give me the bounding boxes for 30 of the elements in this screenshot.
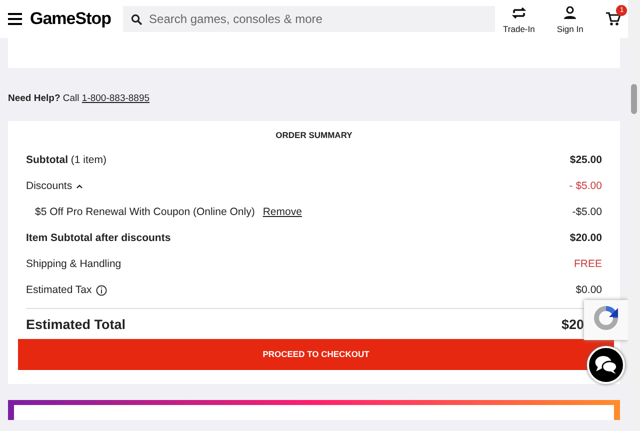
total-value: $20 <box>561 316 584 334</box>
scrollbar[interactable] <box>628 0 640 431</box>
remove-link[interactable]: Remove <box>262 204 302 221</box>
person-icon <box>562 4 578 21</box>
summary-value: FREE <box>574 256 602 272</box>
total-label: Estimated Total <box>26 316 126 334</box>
summary-label: Subtotal (1 item) <box>26 152 107 168</box>
summary-label: Item Subtotal after discounts <box>26 230 171 246</box>
summary-label: Discounts <box>26 178 72 194</box>
section-title: ORDER SUMMARY <box>274 129 354 142</box>
logo[interactable]: GameStop <box>30 6 112 32</box>
summary-label: Estimated Tax <box>26 282 92 298</box>
trade-in-button[interactable]: Trade-In <box>503 4 535 34</box>
help-text: Need Help? Call <box>8 93 80 104</box>
swap-arrows-icon <box>510 4 527 21</box>
phone-link[interactable]: 1-800-883-8895 <box>82 93 150 104</box>
summary-value: $0.00 <box>576 282 602 298</box>
menu-icon[interactable] <box>8 13 22 25</box>
checkout-button[interactable]: PROCEED TO CHECKOUT <box>18 339 614 370</box>
sign-in-button[interactable]: Sign In <box>556 4 584 34</box>
summary-label: Shipping & Handling <box>26 256 122 272</box>
summary-value: $20.00 <box>570 230 602 246</box>
info-icon[interactable] <box>96 285 107 296</box>
summary-label: $5 Off Pro Renewal With Coupon (Online Only) <box>35 204 255 220</box>
summary-value: $25.00 <box>570 152 602 168</box>
summary-value: -$5.00 <box>572 204 602 220</box>
chevron-icon[interactable] <box>76 184 84 190</box>
cart-icon <box>605 11 622 27</box>
cart-button[interactable] <box>605 11 622 27</box>
summary-value: - $5.00 <box>569 178 602 194</box>
